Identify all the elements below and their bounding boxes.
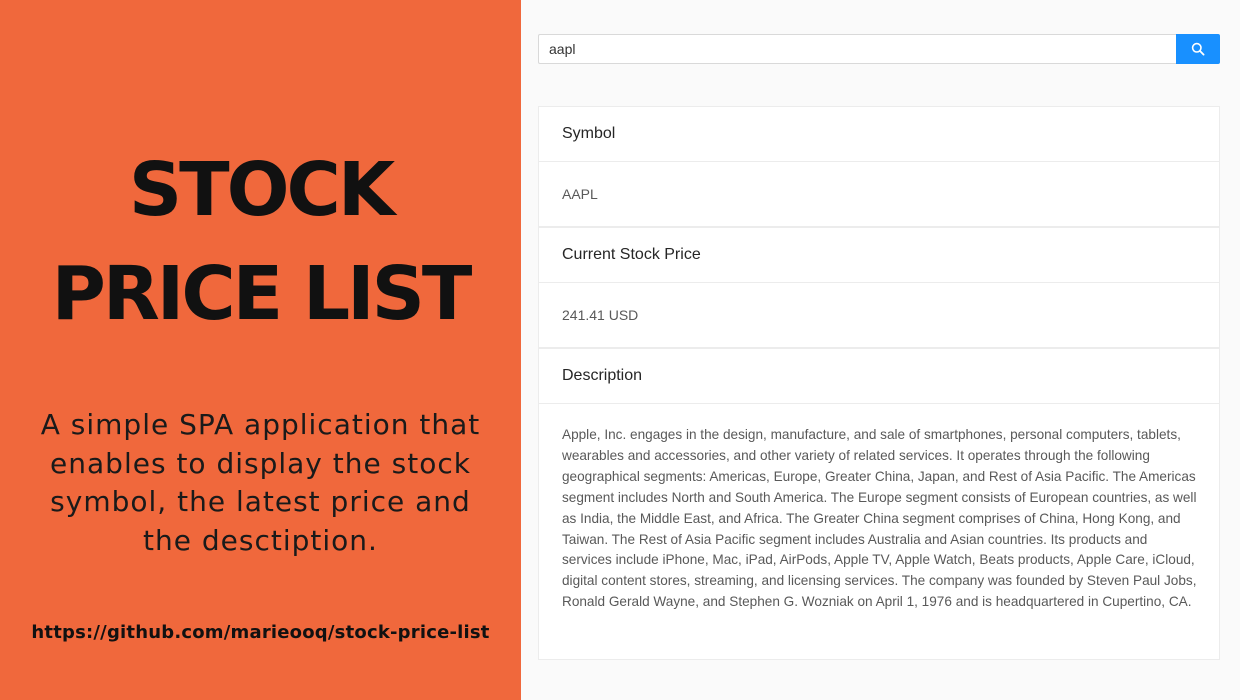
promo-description: A simple SPA application that enables to… [40, 408, 481, 557]
symbol-header: Symbol [539, 107, 1219, 162]
description-header: Description [539, 349, 1219, 404]
description-value: Apple, Inc. engages in the design, manuf… [562, 427, 1197, 610]
promo-title-line2: PRICE LIST [51, 251, 473, 337]
search-bar [538, 34, 1220, 64]
price-value: 241.41 USD [539, 283, 1219, 349]
promo-title-line1: STOCK [128, 147, 395, 233]
price-header: Current Stock Price [539, 228, 1219, 283]
search-input[interactable] [538, 34, 1176, 64]
stock-info-card: Symbol AAPL Current Stock Price 241.41 U… [538, 106, 1220, 660]
github-link[interactable]: https://github.com/marieooq/stock-price-… [0, 622, 521, 643]
app-panel: Symbol AAPL Current Stock Price 241.41 U… [521, 0, 1240, 700]
promo-panel: STOCK PRICE LIST A simple SPA applicatio… [0, 0, 521, 700]
promo-title: STOCK PRICE LIST [0, 138, 521, 346]
search-icon [1191, 42, 1205, 56]
search-button[interactable] [1176, 34, 1220, 64]
symbol-value: AAPL [539, 162, 1219, 228]
